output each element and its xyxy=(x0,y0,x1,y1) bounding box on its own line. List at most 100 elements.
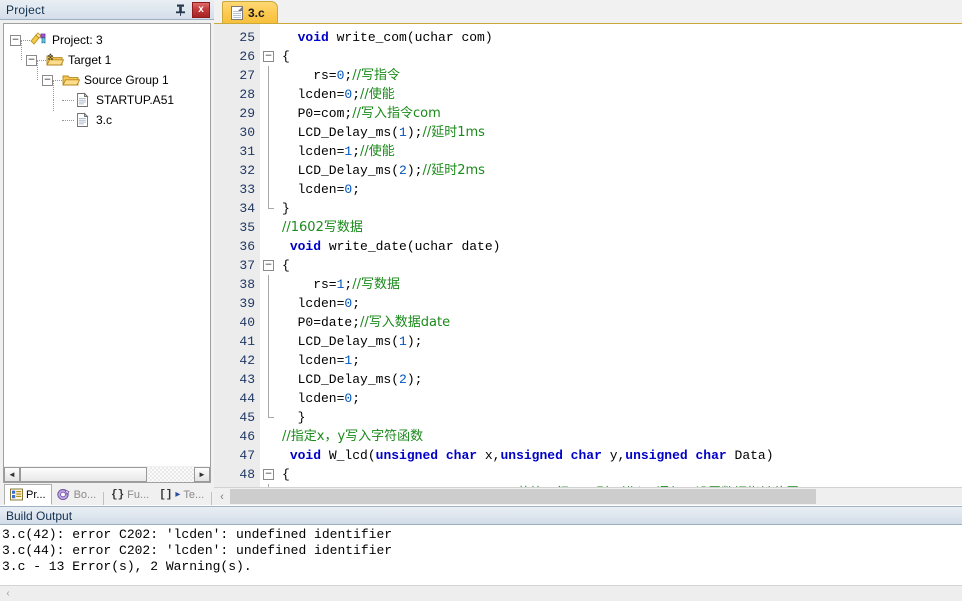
code-editor: 3.c 252627282930313233343536373839404142… xyxy=(214,0,962,505)
build-output-line[interactable]: 3.c(44): error C202: 'lcden': undefined … xyxy=(2,543,962,559)
code-token: //延时1ms xyxy=(422,125,484,140)
fold-marker[interactable]: − xyxy=(260,465,278,484)
code-line[interactable]: P0=com;//写入指令com xyxy=(278,104,962,123)
code-token: void xyxy=(290,448,321,463)
code-folding-column[interactable]: − − − xyxy=(260,24,278,487)
scroll-left-arrow-icon[interactable]: ‹ xyxy=(0,586,16,601)
fold-marker xyxy=(260,199,278,218)
tree-item-source-group[interactable]: − Source Group 1 xyxy=(10,70,210,90)
code-token: lcden= xyxy=(282,391,344,406)
close-icon[interactable]: x xyxy=(192,2,210,18)
code-line[interactable]: lcden=1;//使能 xyxy=(278,142,962,161)
document-tab-3c[interactable]: 3.c xyxy=(222,1,278,23)
fold-guide-line xyxy=(268,85,269,104)
scroll-right-arrow-icon[interactable]: ► xyxy=(194,467,210,482)
code-token: y, xyxy=(602,448,625,463)
code-line[interactable]: { xyxy=(278,465,962,484)
code-line[interactable]: { xyxy=(278,47,962,66)
build-output-line[interactable] xyxy=(2,575,962,585)
code-token: //写数据 xyxy=(352,277,400,292)
expander-icon[interactable]: − xyxy=(10,35,21,46)
tab-templates[interactable]: [] ▸ Te... xyxy=(154,484,209,505)
code-line[interactable]: { xyxy=(278,256,962,275)
scrollbar-thumb[interactable] xyxy=(230,489,816,504)
scrollbar-track[interactable] xyxy=(230,488,962,505)
fold-collapse-icon[interactable]: − xyxy=(263,469,274,480)
build-output-title: Build Output xyxy=(0,507,962,525)
code-line[interactable]: LCD_Delay_ms(1); xyxy=(278,332,962,351)
line-number: 32 xyxy=(214,161,260,180)
code-line[interactable]: } xyxy=(278,408,962,427)
fold-marker xyxy=(260,294,278,313)
code-line[interactable]: void write_date(uchar date) xyxy=(278,237,962,256)
tree-item-target[interactable]: − Target 1 xyxy=(10,50,210,70)
editor-horizontal-scrollbar[interactable]: ‹ xyxy=(214,487,962,505)
build-output-line[interactable]: 3.c - 13 Error(s), 2 Warning(s). xyxy=(2,559,962,575)
tab-functions[interactable]: {} Fu... xyxy=(106,484,154,505)
code-line[interactable]: //指定x，y写入字符函数 xyxy=(278,427,962,446)
tree-item-3c[interactable]: 3.c xyxy=(10,110,210,130)
tab-label: Pr... xyxy=(26,489,46,501)
expander-icon[interactable]: − xyxy=(42,75,53,86)
code-line[interactable]: lcden=0; xyxy=(278,294,962,313)
line-number: 33 xyxy=(214,180,260,199)
pushpin-icon[interactable] xyxy=(172,2,189,18)
scroll-left-arrow-icon[interactable]: ‹ xyxy=(214,488,230,505)
fold-marker[interactable]: − xyxy=(260,47,278,66)
document-tab-label: 3.c xyxy=(248,6,265,20)
fold-marker[interactable]: − xyxy=(260,256,278,275)
build-output-text[interactable]: 3.c(42): error C202: 'lcden': undefined … xyxy=(0,525,962,585)
line-number: 34 xyxy=(214,199,260,218)
code-line[interactable]: lcden=0; xyxy=(278,180,962,199)
fold-guide-line xyxy=(268,104,269,123)
code-line[interactable]: rs=1;//写数据 xyxy=(278,275,962,294)
fold-marker xyxy=(260,218,278,237)
code-line[interactable]: P0=date;//写入数据date xyxy=(278,313,962,332)
scrollbar-thumb[interactable] xyxy=(20,467,147,482)
code-line[interactable]: lcden=0; xyxy=(278,389,962,408)
code-line[interactable]: } xyxy=(278,199,962,218)
code-line[interactable]: LCD_Delay_ms(1);//延时1ms xyxy=(278,123,962,142)
fold-collapse-icon[interactable]: − xyxy=(263,51,274,62)
code-line[interactable]: void W_lcd(unsigned char x,unsigned char… xyxy=(278,446,962,465)
build-output-panel: Build Output 3.c(42): error C202: 'lcden… xyxy=(0,506,962,601)
code-token: LCD_Delay_ms( xyxy=(282,334,399,349)
code-text[interactable]: void write_com(uchar com) { rs=0;//写指令 lc… xyxy=(278,24,962,487)
code-token: unsigned char xyxy=(376,448,477,463)
code-line[interactable]: LCD_Delay_ms(2); xyxy=(278,370,962,389)
fold-collapse-icon[interactable]: − xyxy=(263,260,274,271)
project-tree-horizontal-scrollbar[interactable]: ◄ ► xyxy=(3,466,211,483)
code-line[interactable]: lcden=0;//使能 xyxy=(278,85,962,104)
code-token: lcden= xyxy=(282,144,344,159)
scroll-left-arrow-icon[interactable]: ◄ xyxy=(4,467,20,482)
expander-icon[interactable]: − xyxy=(26,55,37,66)
code-token: //1602写数据 xyxy=(282,220,363,235)
build-output-horizontal-scrollbar[interactable]: ‹ xyxy=(0,585,962,601)
tree-item-project[interactable]: − Project: 3 xyxy=(10,30,210,50)
code-line[interactable]: void write_com(uchar com) xyxy=(278,28,962,47)
code-token: LCD_Delay_ms( xyxy=(282,163,399,178)
line-number-gutter: 2526272829303132333435363738394041424344… xyxy=(214,24,260,487)
fold-guide-line xyxy=(268,332,269,351)
tab-books[interactable]: Bo... xyxy=(52,484,102,505)
project-panel-title: Project xyxy=(6,3,172,17)
fold-marker xyxy=(260,161,278,180)
fold-guide-line xyxy=(268,370,269,389)
fold-marker xyxy=(260,332,278,351)
code-token: ); xyxy=(407,163,423,178)
code-view[interactable]: 2526272829303132333435363738394041424344… xyxy=(214,24,962,487)
code-token: //延时2ms xyxy=(422,163,484,178)
scrollbar-track[interactable] xyxy=(20,467,194,482)
books-tab-icon xyxy=(57,488,71,501)
build-output-line[interactable]: 3.c(42): error C202: 'lcden': undefined … xyxy=(2,527,962,543)
code-line[interactable]: LCD_Delay_ms(2);//延时2ms xyxy=(278,161,962,180)
code-line[interactable]: //1602写数据 xyxy=(278,218,962,237)
code-line[interactable]: rs=0;//写指令 xyxy=(278,66,962,85)
code-token: //使能 xyxy=(360,87,395,102)
tab-project[interactable]: Pr... xyxy=(4,484,52,505)
fold-guide-line xyxy=(268,123,269,142)
code-token: { xyxy=(282,49,290,64)
tree-item-startup-a51[interactable]: STARTUP.A51 xyxy=(10,90,210,110)
code-token: P0=date; xyxy=(282,315,360,330)
code-line[interactable]: lcden=1; xyxy=(278,351,962,370)
